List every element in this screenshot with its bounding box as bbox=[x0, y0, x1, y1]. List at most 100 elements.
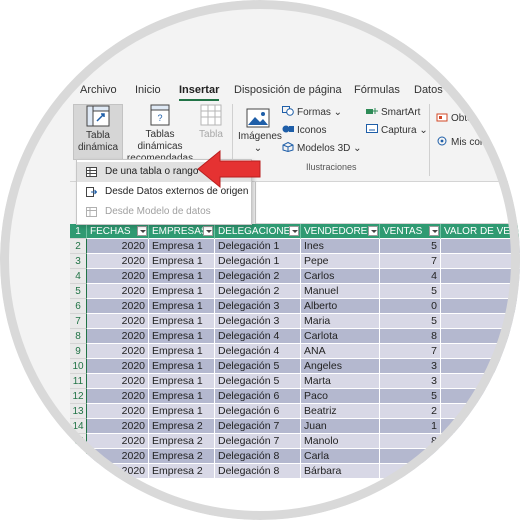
cell-valor[interactable] bbox=[441, 314, 520, 329]
formas-button[interactable]: Formas ⌄ bbox=[282, 106, 342, 118]
tabla-dinamica-button[interactable]: Tabla dinámica ⌄ bbox=[73, 104, 123, 165]
cell-delegacion[interactable]: Delegación 5 bbox=[215, 359, 301, 374]
cell-vendedor[interactable]: Angeles bbox=[301, 359, 380, 374]
cell-empresa[interactable]: Empresa 1 bbox=[149, 284, 215, 299]
cell-empresa[interactable]: Empresa 2 bbox=[149, 419, 215, 434]
cell-ventas[interactable]: 5 bbox=[380, 314, 441, 329]
cell-valor[interactable] bbox=[441, 374, 520, 389]
cell-ventas[interactable]: 7 bbox=[380, 344, 441, 359]
cell-fecha[interactable]: 2020 bbox=[87, 464, 149, 479]
smartart-button[interactable]: SmartArt bbox=[366, 106, 420, 118]
cell-vendedor[interactable]: Pepe bbox=[301, 254, 380, 269]
row-number[interactable]: 2 bbox=[70, 239, 87, 254]
cell-fecha[interactable]: 2020 bbox=[87, 419, 149, 434]
cell-delegacion[interactable]: Delegación 4 bbox=[215, 329, 301, 344]
cell-delegacion[interactable]: Delegación 6 bbox=[215, 389, 301, 404]
cell-fecha[interactable]: 2020 bbox=[87, 389, 149, 404]
cell-vendedor[interactable]: Juan bbox=[301, 419, 380, 434]
cell-delegacion[interactable]: Delegación 6 bbox=[215, 404, 301, 419]
cell-empresa[interactable]: Empresa 1 bbox=[149, 389, 215, 404]
captura-button[interactable]: Captura ⌄ bbox=[366, 124, 428, 136]
column-header-ventas[interactable]: VENTAS bbox=[380, 224, 441, 239]
cell-vendedor[interactable]: Manuel bbox=[301, 284, 380, 299]
cell-vendedor[interactable]: Paco bbox=[301, 389, 380, 404]
cell-vendedor[interactable]: Ines bbox=[301, 239, 380, 254]
filter-dropdown-icon[interactable] bbox=[289, 226, 299, 236]
filter-dropdown-icon[interactable] bbox=[429, 226, 439, 236]
cell-vendedor[interactable]: ANA bbox=[301, 344, 380, 359]
column-header-fechas[interactable]: FECHAS bbox=[87, 224, 149, 239]
cell-delegacion[interactable]: Delegación 7 bbox=[215, 434, 301, 449]
cell-valor[interactable] bbox=[441, 389, 520, 404]
cell-fecha[interactable]: 2020 bbox=[87, 329, 149, 344]
cell-valor[interactable] bbox=[441, 344, 520, 359]
cell-delegacion[interactable]: Delegación 2 bbox=[215, 269, 301, 284]
filter-dropdown-icon[interactable] bbox=[203, 226, 213, 236]
cell-delegacion[interactable]: Delegación 1 bbox=[215, 239, 301, 254]
cell-vendedor[interactable]: Alberto bbox=[301, 299, 380, 314]
row-number[interactable]: 6 bbox=[70, 299, 87, 314]
cell-ventas[interactable] bbox=[380, 449, 441, 464]
cell-empresa[interactable]: Empresa 1 bbox=[149, 359, 215, 374]
tab-inicio[interactable]: Inicio bbox=[135, 84, 161, 96]
cell-vendedor[interactable]: Manolo bbox=[301, 434, 380, 449]
row-number[interactable]: 10 bbox=[70, 359, 87, 374]
column-header-valor-de-ventas[interactable]: VALOR DE VEN bbox=[441, 224, 520, 239]
cell-delegacion[interactable]: Delegación 3 bbox=[215, 299, 301, 314]
cell-ventas[interactable]: 8 bbox=[380, 329, 441, 344]
cell-ventas[interactable] bbox=[380, 464, 441, 479]
cell-ventas[interactable]: 5 bbox=[380, 239, 441, 254]
cell-delegacion[interactable]: Delegación 5 bbox=[215, 374, 301, 389]
cell-empresa[interactable]: Empresa 1 bbox=[149, 404, 215, 419]
cell-valor[interactable] bbox=[441, 359, 520, 374]
cell-delegacion[interactable]: Delegación 1 bbox=[215, 254, 301, 269]
cell-valor[interactable] bbox=[441, 434, 520, 449]
obtener-complementos-button[interactable]: Obte bbox=[436, 112, 473, 124]
cell-ventas[interactable]: 2 bbox=[380, 404, 441, 419]
cell-delegacion[interactable]: Delegación 8 bbox=[215, 449, 301, 464]
cell-empresa[interactable]: Empresa 1 bbox=[149, 314, 215, 329]
cell-empresa[interactable]: Empresa 1 bbox=[149, 299, 215, 314]
cell-empresa[interactable]: Empresa 1 bbox=[149, 254, 215, 269]
row-number[interactable]: 12 bbox=[70, 389, 87, 404]
cell-empresa[interactable]: Empresa 1 bbox=[149, 239, 215, 254]
tab-disposicion[interactable]: Disposición de página bbox=[234, 84, 342, 96]
tab-formulas[interactable]: Fórmulas bbox=[354, 84, 400, 96]
cell-ventas[interactable]: 4 bbox=[380, 269, 441, 284]
row-number[interactable]: 8 bbox=[70, 329, 87, 344]
row-number[interactable]: 17 bbox=[70, 464, 87, 479]
mis-complementos-button[interactable]: Mis com bbox=[436, 136, 488, 148]
cell-valor[interactable] bbox=[441, 269, 520, 284]
cell-fecha[interactable]: 2020 bbox=[87, 269, 149, 284]
cell-delegacion[interactable]: Delegación 3 bbox=[215, 314, 301, 329]
cell-valor[interactable] bbox=[441, 464, 520, 479]
row-number[interactable]: 4 bbox=[70, 269, 87, 284]
cell-delegacion[interactable]: Delegación 8 bbox=[215, 464, 301, 479]
cell-valor[interactable] bbox=[441, 254, 520, 269]
cell-vendedor[interactable]: Carlos bbox=[301, 269, 380, 284]
modelos3d-button[interactable]: Modelos 3D ⌄ bbox=[282, 142, 362, 154]
row-number[interactable]: 7 bbox=[70, 314, 87, 329]
cell-delegacion[interactable]: Delegación 7 bbox=[215, 419, 301, 434]
cell-vendedor[interactable]: Carla bbox=[301, 449, 380, 464]
cell-valor[interactable] bbox=[441, 329, 520, 344]
cell-vendedor[interactable]: Maria bbox=[301, 314, 380, 329]
cell-delegacion[interactable]: Delegación 2 bbox=[215, 284, 301, 299]
menu-item-data-model[interactable]: Desde Modelo de datos bbox=[77, 202, 251, 222]
cell-vendedor[interactable]: Carlota bbox=[301, 329, 380, 344]
cell-fecha[interactable]: 2020 bbox=[87, 434, 149, 449]
tab-datos[interactable]: Datos bbox=[414, 84, 443, 96]
tablas-recomendadas-button[interactable]: ? Tablas dinámicas recomendadas bbox=[125, 104, 195, 164]
column-header-vendedores[interactable]: VENDEDORES bbox=[301, 224, 380, 239]
cell-ventas[interactable]: 3 bbox=[380, 374, 441, 389]
filter-dropdown-icon[interactable] bbox=[137, 226, 147, 236]
filter-dropdown-icon[interactable] bbox=[368, 226, 378, 236]
row-number[interactable]: 9 bbox=[70, 344, 87, 359]
cell-valor[interactable] bbox=[441, 419, 520, 434]
cell-empresa[interactable]: Empresa 2 bbox=[149, 464, 215, 479]
cell-delegacion[interactable]: Delegación 4 bbox=[215, 344, 301, 359]
cell-valor[interactable] bbox=[441, 404, 520, 419]
cell-ventas[interactable]: 1 bbox=[380, 419, 441, 434]
cell-empresa[interactable]: Empresa 2 bbox=[149, 449, 215, 464]
cell-fecha[interactable]: 2020 bbox=[87, 449, 149, 464]
